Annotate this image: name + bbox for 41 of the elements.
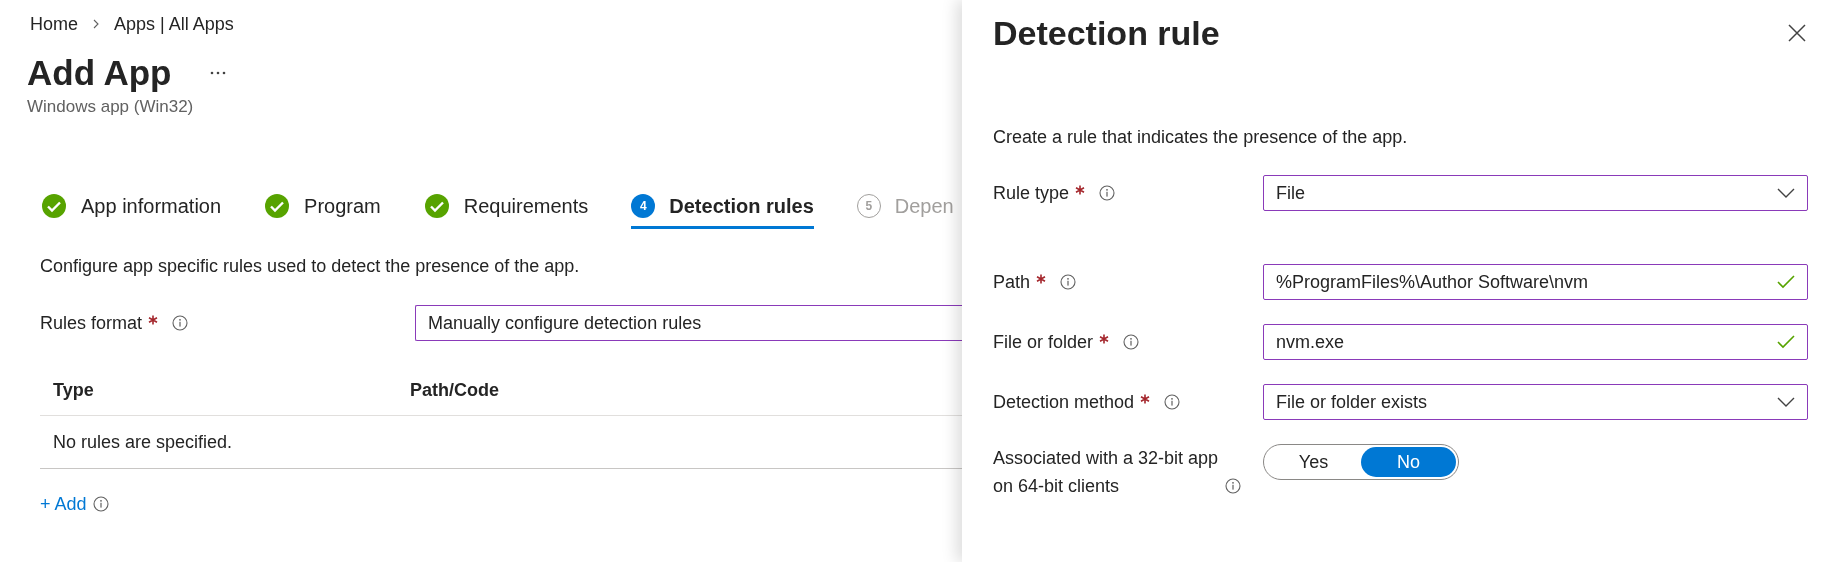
dropdown-field[interactable]: Manually configure detection rules bbox=[415, 305, 962, 341]
more-icon[interactable] bbox=[209, 71, 226, 75]
field-label: File or folder bbox=[993, 331, 1094, 353]
empty-message: No rules are specified. bbox=[53, 431, 233, 453]
info-icon bbox=[1099, 185, 1116, 201]
panel-description: Create a rule that indicates the presence of the app. bbox=[993, 126, 1409, 148]
dropdown-field[interactable]: File bbox=[1263, 175, 1808, 211]
close-icon[interactable] bbox=[1788, 24, 1806, 42]
wizard-tab[interactable]: Requirements bbox=[463, 194, 589, 218]
text-field[interactable]: nvm.exe bbox=[1263, 324, 1808, 360]
field-label: Detection method bbox=[993, 391, 1135, 413]
column-header: Path/Code bbox=[410, 379, 499, 401]
page-title: Add App bbox=[27, 53, 172, 93]
info-icon bbox=[1225, 478, 1241, 494]
field-label: Path bbox=[993, 271, 1031, 293]
info-icon bbox=[92, 496, 109, 512]
breadcrumb-link[interactable]: Apps | All Apps bbox=[114, 13, 234, 35]
panel-title: Detection rule bbox=[993, 13, 1220, 53]
toggle-option[interactable]: Yes bbox=[1266, 447, 1361, 477]
field-label: Rule type bbox=[993, 182, 1070, 204]
toggle-option[interactable]: No bbox=[1361, 447, 1456, 477]
wizard-tab[interactable]: App information bbox=[81, 194, 222, 218]
info-icon bbox=[1060, 274, 1077, 290]
breadcrumb-link[interactable]: Home bbox=[30, 13, 78, 35]
text-field[interactable]: %ProgramFiles%\Author Software\nvm bbox=[1263, 264, 1808, 300]
info-icon bbox=[1123, 334, 1140, 350]
field-label: Rules format bbox=[40, 312, 143, 334]
wizard-tab[interactable]: Detection rules bbox=[669, 194, 814, 218]
step-number: 4 bbox=[631, 194, 656, 218]
field-label: Associated with a 32-bit app on 64-bit clients bbox=[993, 447, 1220, 498]
description-text: Configure app specific rules used to detect the presence of the app. bbox=[39, 255, 581, 277]
chevron-down-icon bbox=[1777, 397, 1795, 407]
info-icon bbox=[1164, 394, 1181, 410]
column-header: Type bbox=[52, 379, 95, 401]
dropdown-field[interactable]: File or folder exists bbox=[1263, 384, 1808, 420]
chevron-down-icon bbox=[1777, 188, 1795, 198]
info-icon bbox=[172, 315, 189, 331]
page-subtitle: Windows app (Win32) bbox=[26, 97, 195, 117]
add-link[interactable]: + Add bbox=[40, 493, 87, 515]
chevron-right-icon bbox=[92, 19, 100, 29]
wizard-tab[interactable]: Program bbox=[304, 194, 381, 218]
